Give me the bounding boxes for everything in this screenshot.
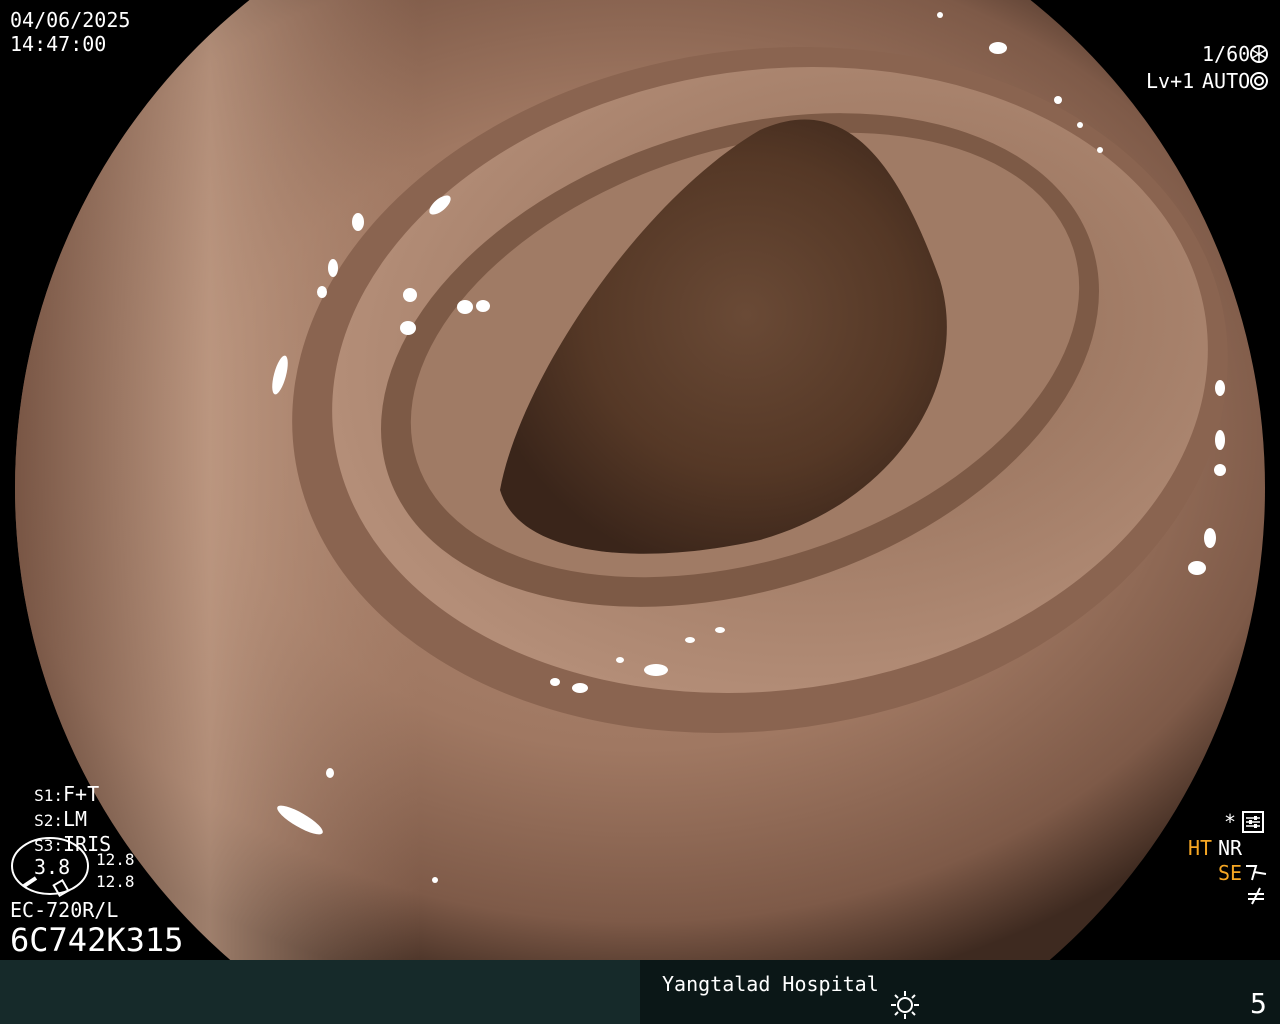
serial-number: 6C742K315 xyxy=(10,921,184,959)
asterisk-label: * xyxy=(1224,810,1237,834)
settings-sliders-icon xyxy=(1242,811,1264,833)
shutter-speed-label: 1/60 xyxy=(1202,42,1251,66)
footer-bar: Yangtalad Hospital 5 xyxy=(0,960,1280,1024)
endoscopic-image xyxy=(15,0,1265,960)
scope-model-label: EC-720R/L xyxy=(10,898,119,922)
footer-info-panel: Yangtalad Hospital 5 xyxy=(640,960,1280,1024)
ht-indicator: HT xyxy=(1188,836,1213,860)
side-value-1: 12.8 xyxy=(96,850,135,869)
footer-number: 5 xyxy=(1250,987,1267,1020)
auto-mode-label: AUTO xyxy=(1202,69,1251,93)
iris-icon xyxy=(1250,72,1268,90)
brightness-icon xyxy=(891,991,919,1019)
side-value-2: 12.8 xyxy=(96,872,135,891)
time-label: 14:47:00 xyxy=(10,32,107,56)
hospital-name: Yangtalad Hospital xyxy=(662,972,879,996)
not-equal-icon xyxy=(1248,887,1264,905)
gauge-value: 3.8 xyxy=(34,855,71,879)
level-label: Lv+1 xyxy=(1146,69,1195,93)
se-indicator: SE xyxy=(1218,861,1243,885)
nr-indicator: NR xyxy=(1218,836,1243,860)
se-mode-icon xyxy=(1246,865,1267,881)
shutter-icon xyxy=(1250,45,1268,63)
date-label: 04/06/2025 xyxy=(10,8,131,32)
